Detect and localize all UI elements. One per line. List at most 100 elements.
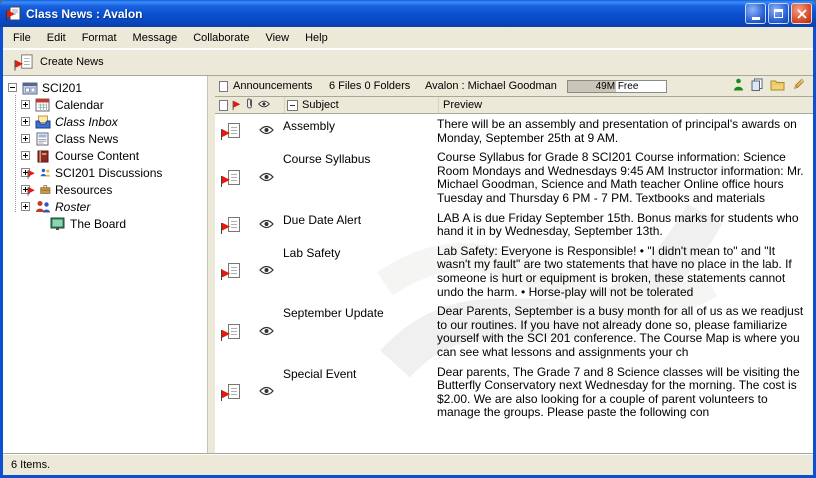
sidebar-item-label: SCI201 Discussions (55, 166, 162, 180)
subject-column-label: Subject (302, 99, 339, 111)
resources-icon (34, 182, 51, 197)
menu-collaborate[interactable]: Collaborate (185, 29, 257, 47)
discussion-icon (34, 165, 51, 180)
message-subject: Course Syllabus (283, 151, 437, 205)
sidebar-item-resources[interactable]: Resources (3, 181, 207, 198)
message-row[interactable]: Due Date Alert LAB A is due Friday Septe… (215, 210, 813, 243)
expand-icon[interactable] (21, 134, 30, 143)
message-preview: Dear Parents, September is a busy month … (437, 305, 813, 359)
create-news-button[interactable]: Create News (9, 51, 113, 74)
toolbar: Create News (3, 48, 813, 76)
subject-column-header[interactable]: Subject (285, 97, 439, 113)
pages-icon[interactable] (751, 78, 763, 94)
message-preview: Lab Safety: Everyone is Responsible! • "… (437, 245, 813, 299)
news-icon (34, 131, 51, 146)
sidebar-item-label: Class Inbox (55, 115, 118, 129)
eye-icon (259, 125, 274, 138)
news-item-icon (221, 123, 241, 140)
conference-icon (21, 80, 38, 95)
folder-name: Announcements (233, 80, 329, 92)
header-tools (733, 78, 805, 94)
message-subject: Assembly (283, 118, 437, 145)
book-icon (34, 148, 51, 163)
sidebar-item-label: Calendar (55, 98, 104, 112)
message-subject: Special Event (283, 366, 437, 420)
menu-view[interactable]: View (257, 29, 297, 47)
folder-icon[interactable] (770, 79, 785, 94)
message-row[interactable]: Course Syllabus Course Syllabus for Grad… (215, 149, 813, 209)
member-icon[interactable] (733, 78, 744, 94)
eye-icon (259, 326, 274, 339)
statusbar: 6 Items. (3, 453, 813, 475)
file-folder-counts: 6 Files 0 Folders (329, 80, 425, 92)
announcements-icon (219, 81, 228, 92)
sidebar-item-calendar[interactable]: Calendar (3, 96, 207, 113)
preview-column-label: Preview (443, 99, 482, 111)
menu-help[interactable]: Help (297, 29, 336, 47)
eye-icon (259, 386, 274, 399)
viewed-column-icon[interactable] (258, 99, 270, 111)
menu-format[interactable]: Format (74, 29, 125, 47)
attachment-column-icon[interactable] (245, 97, 254, 113)
create-news-icon (15, 54, 34, 70)
expand-icon[interactable] (21, 202, 30, 211)
sidebar-item-sci201[interactable]: SCI201 (3, 79, 207, 96)
create-news-label: Create News (40, 56, 104, 68)
window-title: Class News : Avalon (26, 7, 743, 21)
sidebar-item-label: Class News (55, 132, 118, 146)
news-item-icon (221, 170, 241, 187)
column-header: Subject Preview (215, 97, 813, 114)
message-preview: There will be an assembly and presentati… (437, 118, 813, 145)
flag-column-icon[interactable] (233, 100, 241, 109)
storage-bar: 49M Free (567, 80, 667, 93)
inbox-icon (34, 114, 51, 129)
sidebar-item-the-board[interactable]: The Board (3, 215, 207, 232)
expand-icon[interactable] (21, 117, 30, 126)
main-area: SCI201 Calendar (3, 76, 813, 453)
collapse-icon[interactable] (8, 83, 17, 92)
message-preview: Dear parents, The Grade 7 and 8 Science … (437, 366, 813, 420)
sidebar-item-sci201-discussions[interactable]: SCI201 Discussions (3, 164, 207, 181)
eye-icon (259, 265, 274, 278)
message-column-icon[interactable] (219, 100, 228, 111)
sidebar-item-label: Roster (55, 200, 90, 214)
expand-icon[interactable] (21, 100, 30, 109)
message-row[interactable]: Special Event Dear parents, The Grade 7 … (215, 364, 813, 424)
message-row[interactable]: Lab Safety Lab Safety: Everyone is Respo… (215, 243, 813, 303)
app-icon (5, 6, 22, 22)
folder-tree: SCI201 Calendar (3, 76, 207, 453)
minimize-button[interactable] (745, 3, 766, 24)
storage-free-label: 49M Free (568, 81, 666, 92)
message-row[interactable]: Assembly There will be an assembly and p… (215, 116, 813, 149)
message-subject: September Update (283, 305, 437, 359)
eye-icon (259, 172, 274, 185)
message-subject: Due Date Alert (283, 212, 437, 239)
flag-icon (221, 223, 230, 234)
close-button[interactable] (791, 3, 812, 24)
menu-edit[interactable]: Edit (39, 29, 74, 47)
sidebar-item-class-news[interactable]: Class News (3, 130, 207, 147)
flag-icon (221, 330, 230, 341)
message-preview: Course Syllabus for Grade 8 SCI201 Cours… (437, 151, 813, 205)
titlebar[interactable]: Class News : Avalon (0, 0, 816, 27)
flag-icon (221, 390, 230, 401)
expand-icon[interactable] (21, 151, 30, 160)
flag-icon (221, 129, 230, 140)
news-item-icon (221, 384, 241, 401)
sidebar-item-class-inbox[interactable]: Class Inbox (3, 113, 207, 130)
sidebar-item-label: Course Content (55, 149, 139, 163)
pencil-icon[interactable] (792, 78, 805, 94)
menu-message[interactable]: Message (125, 29, 186, 47)
message-row[interactable]: September Update Dear Parents, September… (215, 303, 813, 363)
calendar-icon (34, 97, 51, 112)
sidebar-item-roster[interactable]: Roster (3, 198, 207, 215)
preview-column-header[interactable]: Preview (439, 99, 813, 111)
collapse-all-icon[interactable] (287, 100, 298, 111)
maximize-button[interactable] (768, 3, 789, 24)
menu-file[interactable]: File (5, 29, 39, 47)
news-item-icon (221, 263, 241, 280)
flag-icon (28, 187, 33, 196)
roster-icon (34, 199, 51, 214)
pane-splitter[interactable] (207, 76, 215, 453)
sidebar-item-course-content[interactable]: Course Content (3, 147, 207, 164)
